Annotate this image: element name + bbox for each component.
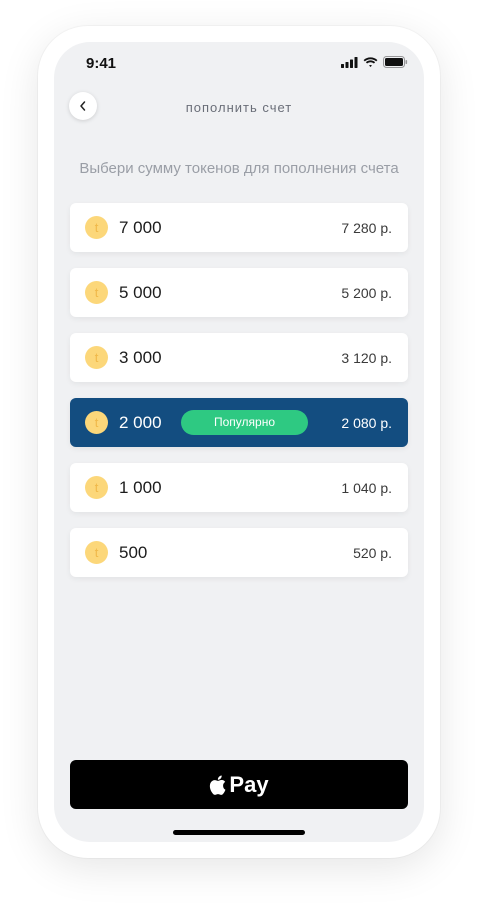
token-package-row[interactable]: t 5 000 5 200 р.: [70, 268, 408, 317]
token-package-row[interactable]: t 1 000 1 040 р.: [70, 463, 408, 512]
token-coin-icon: t: [85, 541, 108, 564]
token-amount: 3 000: [119, 348, 162, 367]
token-package-row[interactable]: t 500 520 р.: [70, 528, 408, 577]
status-icons: [341, 56, 408, 68]
token-price: 5 200 р.: [341, 285, 392, 301]
token-coin-icon: t: [85, 411, 108, 434]
token-coin-icon: t: [85, 216, 108, 239]
token-package-row-selected[interactable]: t 2 000 Популярно 2 080 р.: [70, 398, 408, 447]
screen: 9:41 пополнить счет Выбери сумму токенов…: [54, 42, 424, 842]
token-package-list: t 7 000 7 280 р. t 5 000 5 200 р. t 3 00…: [70, 203, 408, 593]
home-indicator: [173, 830, 305, 835]
status-bar: 9:41: [54, 42, 424, 86]
wifi-icon: [363, 56, 378, 67]
token-amount: 1 000: [119, 478, 162, 497]
token-package-row[interactable]: t 3 000 3 120 р.: [70, 333, 408, 382]
popular-badge: Популярно: [181, 410, 308, 435]
apple-pay-button[interactable]: Pay: [70, 760, 408, 809]
status-time: 9:41: [86, 55, 117, 72]
token-coin-icon: t: [85, 476, 108, 499]
token-price: 520 р.: [353, 545, 392, 561]
page-title: пополнить счет: [185, 100, 293, 115]
token-price: 7 280 р.: [341, 220, 392, 236]
token-coin-icon: t: [85, 346, 108, 369]
pay-label: Pay: [229, 771, 269, 797]
apple-icon: [210, 775, 226, 795]
token-coin-icon: t: [85, 281, 108, 304]
instruction-text: Выбери сумму токенов для пополнения счет…: [79, 160, 399, 177]
token-package-row[interactable]: t 7 000 7 280 р.: [70, 203, 408, 252]
battery-icon: [383, 56, 408, 68]
token-amount: 500: [119, 543, 148, 562]
token-amount: 7 000: [119, 218, 162, 237]
phone-frame: 9:41 пополнить счет Выбери сумму токенов…: [38, 26, 440, 858]
token-price: 2 080 р.: [341, 415, 392, 431]
cellular-signal-icon: [341, 56, 358, 68]
token-amount: 2 000: [119, 413, 162, 432]
token-price: 1 040 р.: [341, 480, 392, 496]
token-price: 3 120 р.: [341, 350, 392, 366]
token-amount: 5 000: [119, 283, 162, 302]
